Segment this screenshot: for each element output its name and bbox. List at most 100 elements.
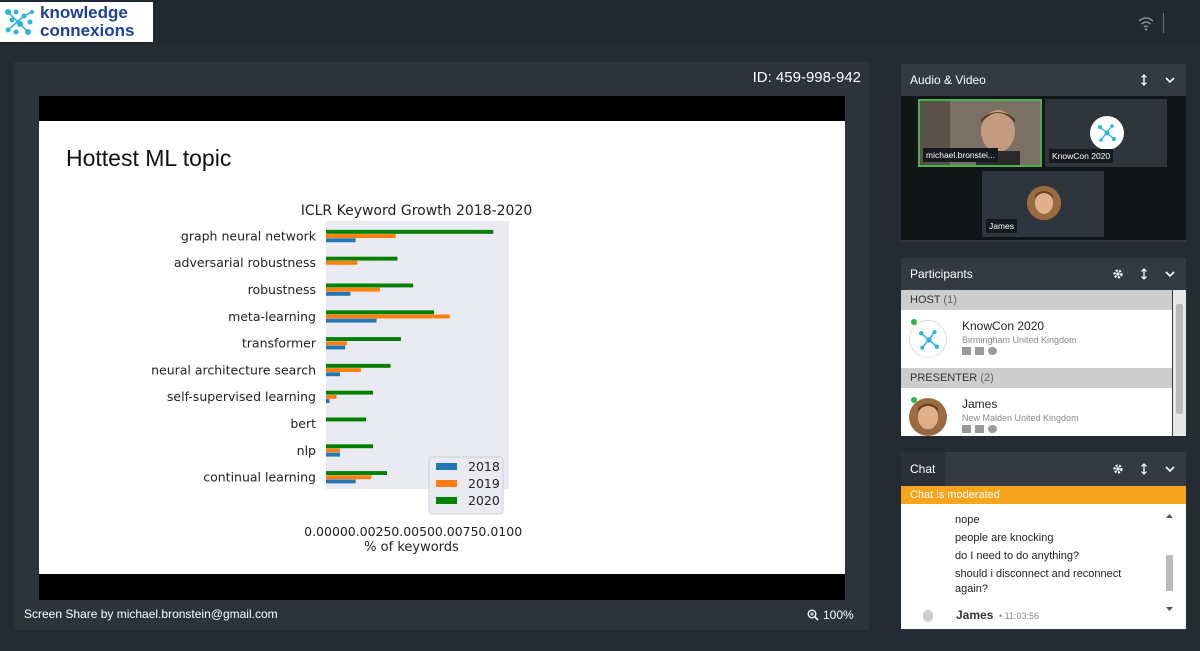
top-bar: knowledge connexions: [0, 0, 1200, 46]
bar-2020: [326, 471, 387, 475]
bar-2018: [326, 479, 356, 484]
participants-list: HOST (1) KnowCon 2020 Birmingham United …: [901, 290, 1172, 436]
bar-2018: [326, 345, 346, 350]
participants-panel: Participants HOST (1) KnowCon 2020 Birmi…: [901, 258, 1186, 436]
legend-swatch: [436, 480, 457, 487]
bar-2020: [326, 310, 435, 315]
scroll-down-icon[interactable]: [1163, 604, 1176, 614]
y-tick-label: graph neural network: [181, 228, 317, 243]
chat-scrollbar[interactable]: [1163, 508, 1176, 618]
scrollbar-thumb[interactable]: [1166, 555, 1173, 591]
y-tick-label: nlp: [297, 443, 316, 458]
user-icon: [923, 610, 933, 622]
bar-2018: [326, 452, 340, 457]
audio-video-header[interactable]: Audio & Video: [901, 64, 1186, 96]
participant-location: Birmingham United Kingdom: [962, 335, 1077, 345]
bar-2020: [326, 363, 391, 368]
x-tick-label: 0.0100: [478, 524, 522, 539]
video-tile-label: michael.bronstei...: [923, 148, 998, 162]
logo-line1: knowledge: [40, 3, 128, 22]
bar-2020: [326, 390, 374, 395]
logo-mark-icon: [918, 330, 940, 350]
y-tick-label: neural architecture search: [151, 362, 316, 377]
participants-scrollbar[interactable]: [1173, 290, 1186, 436]
logo-mark-icon: [1098, 124, 1116, 142]
scroll-up-icon[interactable]: [1163, 511, 1176, 521]
windows-icon: [975, 347, 984, 355]
chrome-icon: [988, 347, 997, 355]
legend-label: 2018: [468, 459, 500, 474]
x-axis-label: % of keywords: [364, 540, 459, 555]
x-tick-label: 0.0050: [391, 524, 435, 539]
gear-icon[interactable]: [1112, 463, 1124, 475]
x-tick-label: 0.0025: [348, 524, 392, 539]
chevron-down-icon[interactable]: [1164, 268, 1176, 280]
group-name: PRESENTER: [910, 372, 978, 384]
chrome-icon: [988, 425, 997, 433]
y-tick-label: self-supervised learning: [167, 389, 316, 404]
device-icons: [962, 347, 997, 355]
pop-out-icon[interactable]: [1138, 74, 1150, 86]
logo-line2: connexions: [40, 21, 135, 40]
bar-2019: [326, 287, 381, 292]
x-tick-label: 0.0075: [435, 524, 479, 539]
x-tick-label: 0.0000: [304, 524, 348, 539]
chat-moderated-banner: Chat is moderated: [901, 486, 1186, 504]
chevron-down-icon[interactable]: [1164, 74, 1176, 86]
bar-2020: [326, 444, 374, 449]
y-tick-label: meta-learning: [228, 309, 316, 324]
zoom-level: 100%: [823, 608, 854, 622]
bar-2019: [326, 448, 340, 453]
video-tile-knowcon[interactable]: KnowCon 2020: [1045, 99, 1167, 167]
bar-2020: [326, 256, 398, 261]
knowcon-avatar: [1090, 116, 1124, 150]
laptop-icon: [962, 347, 971, 355]
chevron-down-icon[interactable]: [1164, 463, 1176, 475]
windows-icon: [975, 425, 984, 433]
bar-2020: [326, 283, 414, 288]
chat-panel: Chat Chat is moderated nope people are k…: [901, 452, 1186, 630]
avatar-photo: [1027, 186, 1061, 220]
video-tile-michael[interactable]: michael.bronstei...: [918, 99, 1042, 167]
group-count: (1): [943, 294, 957, 306]
avatar: [909, 320, 947, 358]
gear-icon[interactable]: [1112, 268, 1124, 280]
participant-group-host[interactable]: HOST (1): [901, 290, 1172, 310]
tab-chat[interactable]: Chat: [901, 452, 945, 486]
pop-out-icon[interactable]: [1138, 268, 1150, 280]
james-avatar: [1027, 186, 1061, 220]
video-tile-james[interactable]: James: [982, 171, 1104, 237]
avatar: [909, 398, 947, 436]
legend-swatch: [436, 463, 457, 470]
bar-2020: [326, 337, 401, 341]
wifi-icon[interactable]: [1137, 14, 1155, 32]
participant-row[interactable]: KnowCon 2020 Birmingham United Kingdom: [901, 310, 1172, 368]
y-tick-label: transformer: [242, 336, 317, 351]
bar-2019: [326, 260, 358, 265]
bar-2019: [326, 394, 337, 399]
group-name: HOST: [910, 294, 941, 306]
bar-2019: [326, 314, 450, 319]
presentation-slide: Hottest ML topic ICLR Keyword Growth 201…: [39, 121, 845, 574]
participant-row[interactable]: James New Malden United Kingdom: [901, 388, 1172, 436]
bar-2019: [326, 475, 372, 480]
participants-title: Participants: [910, 267, 973, 281]
audio-video-title: Audio & Video: [910, 73, 986, 87]
zoom-control[interactable]: 100%: [807, 608, 854, 622]
bar-2020: [326, 229, 494, 234]
pop-out-icon[interactable]: [1138, 463, 1150, 475]
share-status-bar: Screen Share by michael.bronstein@gmail.…: [14, 600, 869, 630]
scrollbar-thumb[interactable]: [1176, 304, 1183, 414]
bar-2019: [326, 341, 347, 346]
bar-2018: [326, 318, 377, 323]
logo-mark-icon: [5, 9, 34, 35]
divider: [1163, 13, 1164, 33]
participants-header[interactable]: Participants: [901, 258, 1186, 290]
chat-message-bubble: nope people are knocking do I need to do…: [948, 511, 1153, 602]
y-tick-label: continual learning: [203, 470, 316, 485]
participant-group-presenter[interactable]: PRESENTER (2): [901, 368, 1172, 388]
device-icons: [962, 425, 997, 433]
bar-2020: [326, 417, 367, 422]
legend-swatch: [436, 497, 457, 504]
audio-video-panel: Audio & Video michael.bronstei... KnowCo…: [901, 64, 1186, 242]
